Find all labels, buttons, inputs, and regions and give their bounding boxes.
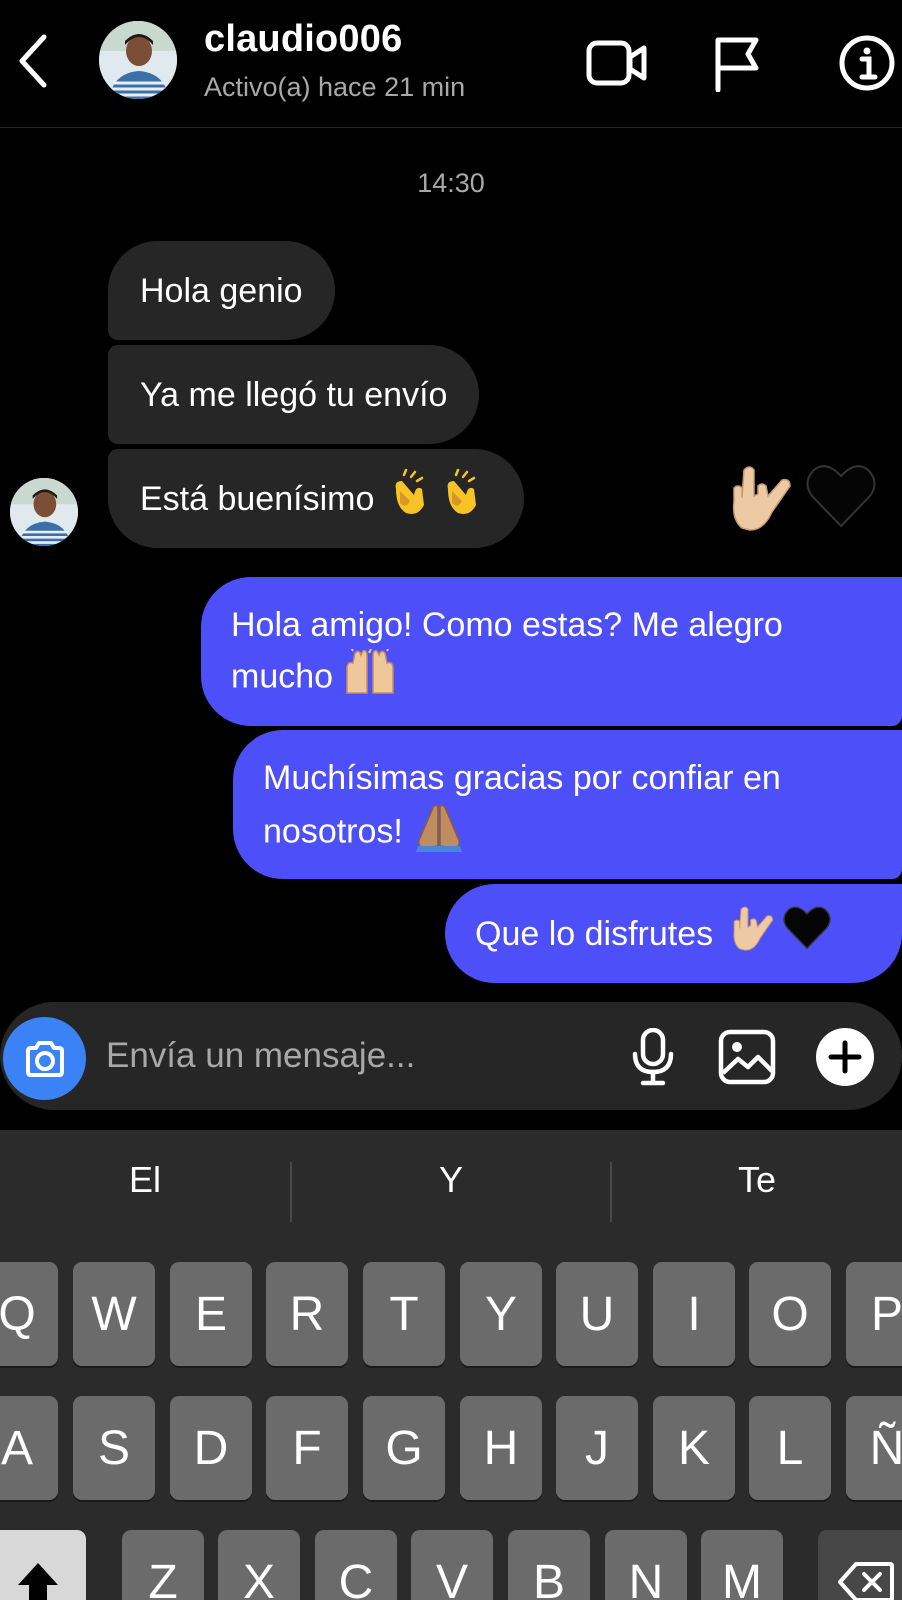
shift-key[interactable]	[0, 1530, 86, 1600]
camera-button[interactable]	[3, 1017, 86, 1100]
key[interactable]: Y	[460, 1262, 542, 1366]
message-text: Hola amigo! Como estas? Me alegro	[231, 606, 783, 644]
suggestion-item[interactable]: El	[0, 1130, 290, 1230]
chevron-left-icon	[19, 34, 47, 88]
key[interactable]: B	[508, 1530, 590, 1600]
message-text: Que lo disfrutes	[475, 914, 714, 953]
key[interactable]: R	[266, 1262, 348, 1366]
message-timestamp: 14:30	[417, 168, 485, 198]
key[interactable]: U	[556, 1262, 638, 1366]
message-text: mucho	[231, 657, 334, 696]
contact-avatar[interactable]	[99, 21, 177, 99]
suggestion-item[interactable]: Y	[292, 1130, 610, 1230]
black-heart-icon	[806, 462, 876, 533]
microphone-icon	[632, 1028, 674, 1086]
love-you-gesture-icon	[727, 901, 777, 966]
key[interactable]: S	[73, 1396, 155, 1500]
report-button[interactable]	[702, 28, 772, 98]
key[interactable]: C	[315, 1530, 397, 1600]
gallery-button[interactable]	[712, 1022, 782, 1092]
predictive-text-bar: El Y Te	[0, 1130, 902, 1230]
key[interactable]: H	[460, 1396, 542, 1500]
plus-circle-icon	[816, 1028, 874, 1086]
key[interactable]: W	[73, 1262, 155, 1366]
direct-message-screen: claudio006 Activo(a) hace 21 min 14:30 H…	[0, 0, 902, 1600]
key[interactable]: L	[749, 1396, 831, 1500]
message-text: nosotros!	[263, 812, 403, 851]
more-options-button[interactable]	[810, 1022, 880, 1092]
contact-username[interactable]: claudio006	[204, 18, 402, 61]
incoming-message[interactable]: Ya me llegó tu envío	[108, 345, 480, 444]
key[interactable]: N	[605, 1530, 687, 1600]
key[interactable]: F	[266, 1396, 348, 1500]
avatar-photo	[10, 478, 78, 546]
key[interactable]: I	[653, 1262, 735, 1366]
black-heart-icon	[783, 904, 831, 963]
info-icon	[839, 35, 895, 91]
keyboard: El Y Te Q W E R T Y U I O P A S D F G H …	[0, 1130, 902, 1600]
activity-status: Activo(a) hace 21 min	[204, 72, 466, 102]
key[interactable]: K	[653, 1396, 735, 1500]
video-call-button[interactable]	[582, 28, 652, 98]
backspace-icon	[838, 1562, 894, 1600]
key[interactable]: D	[170, 1396, 252, 1500]
camera-icon	[25, 1040, 64, 1077]
outgoing-message[interactable]: Que lo disfrutes	[445, 884, 902, 983]
key[interactable]: O	[749, 1262, 831, 1366]
shift-arrow-icon	[18, 1563, 58, 1600]
key[interactable]: P	[846, 1262, 902, 1366]
key[interactable]: T	[363, 1262, 445, 1366]
key[interactable]: Ñ	[846, 1396, 902, 1500]
message-text: Ya me llegó tu envío	[140, 375, 448, 414]
suggestion-item[interactable]: Te	[612, 1130, 902, 1230]
message-text: Está buenísimo	[140, 479, 375, 518]
key[interactable]: A	[0, 1396, 58, 1500]
message-input[interactable]	[106, 1022, 606, 1090]
key[interactable]: X	[218, 1530, 300, 1600]
incoming-message[interactable]: Hola genio	[108, 241, 335, 340]
sender-avatar[interactable]	[10, 478, 78, 546]
voice-message-button[interactable]	[618, 1022, 688, 1092]
back-button[interactable]	[8, 26, 58, 96]
love-you-gesture-icon	[724, 458, 796, 539]
key[interactable]: J	[556, 1396, 638, 1500]
message-text: Hola genio	[140, 271, 303, 310]
backspace-key[interactable]	[818, 1530, 902, 1600]
video-camera-icon	[586, 40, 647, 86]
key[interactable]: M	[701, 1530, 783, 1600]
flag-icon	[715, 37, 759, 92]
outgoing-message[interactable]: Muchísimas gracias por confiar en nosotr…	[233, 730, 902, 879]
key[interactable]: Z	[122, 1530, 204, 1600]
key[interactable]: V	[411, 1530, 493, 1600]
chat-header: claudio006 Activo(a) hace 21 min	[0, 0, 902, 128]
outgoing-message[interactable]: Hola amigo! Como estas? Me alegro mucho	[201, 577, 902, 726]
key[interactable]: G	[363, 1396, 445, 1500]
clapping-hands-icon	[388, 467, 492, 530]
message-composer	[0, 1002, 902, 1110]
incoming-message[interactable]: Está buenísimo	[108, 449, 525, 548]
image-gallery-icon	[718, 1029, 776, 1085]
folded-hands-icon	[412, 802, 466, 865]
key[interactable]: E	[170, 1262, 252, 1366]
conversation-info-button[interactable]	[832, 28, 902, 98]
key[interactable]: Q	[0, 1262, 58, 1366]
raising-hands-icon	[343, 646, 397, 708]
message-text: Muchísimas gracias por confiar en	[263, 759, 781, 797]
avatar-photo	[99, 21, 177, 99]
